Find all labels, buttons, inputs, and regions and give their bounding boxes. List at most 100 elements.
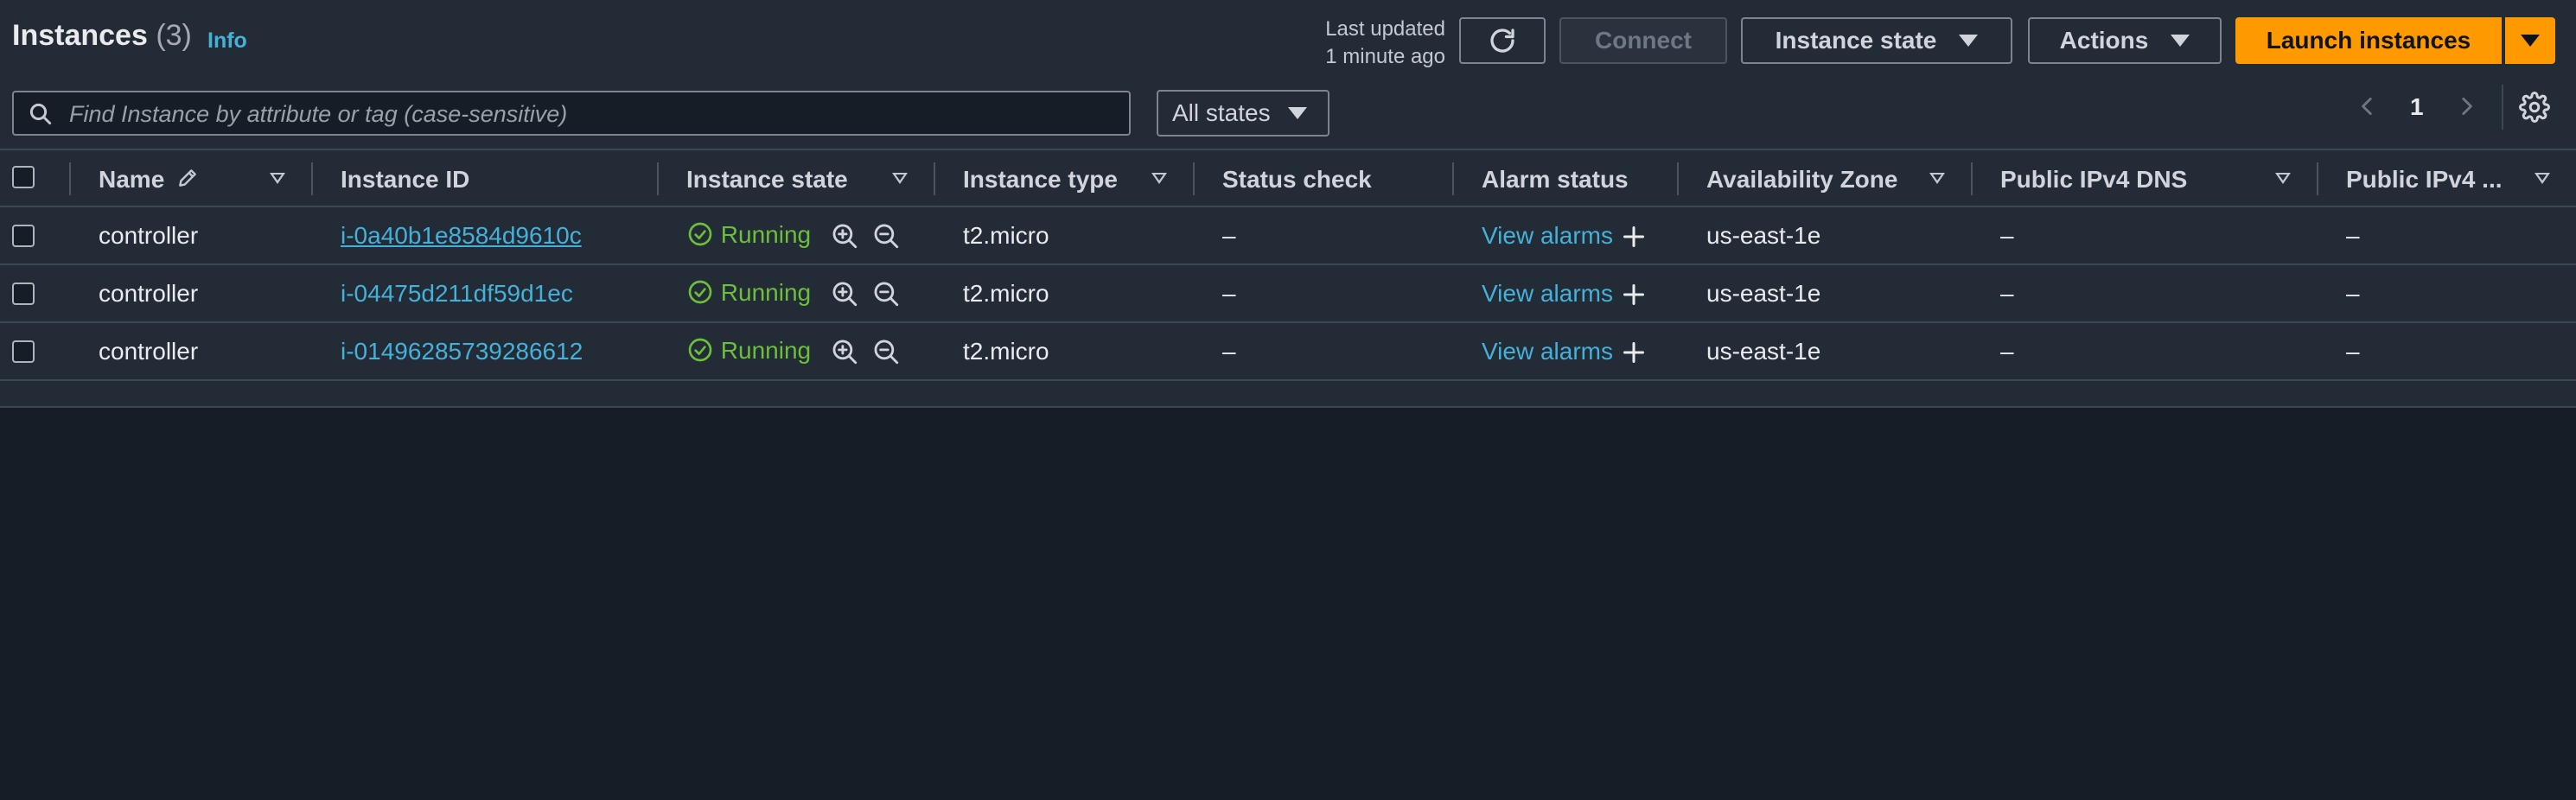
view-alarms-link[interactable]: View alarms (1482, 222, 1613, 250)
search-input[interactable] (67, 92, 1108, 136)
sort-caret-icon[interactable] (1929, 173, 1945, 184)
instance-state-dropdown[interactable]: Instance state (1741, 17, 2012, 64)
pager-divider (2502, 85, 2503, 130)
check-circle-icon (688, 222, 712, 246)
column-header-name-label: Name (99, 166, 165, 193)
connect-button[interactable]: Connect (1559, 17, 1727, 64)
pencil-icon (179, 169, 196, 187)
settings-gear-icon[interactable] (2519, 92, 2550, 123)
caret-down-icon (1287, 107, 1307, 119)
sort-caret-icon[interactable] (2535, 173, 2550, 184)
public-ipv4-dns: – (2000, 280, 2014, 307)
actions-dropdown[interactable]: Actions (2028, 17, 2222, 64)
column-header-public-ipv4[interactable]: Public IPv4 ... (2346, 166, 2503, 194)
instance-state-text: Running (720, 337, 812, 364)
status-check: – (1222, 222, 1236, 249)
zoom-in-icon[interactable] (830, 337, 859, 366)
row-checkbox[interactable] (12, 340, 35, 363)
column-header-status-check[interactable]: Status check (1222, 166, 1372, 194)
column-separator (1193, 162, 1195, 195)
sort-caret-icon[interactable] (892, 173, 908, 184)
check-circle-icon (688, 338, 712, 362)
instances-panel: Instances (3) Info Last updated 1 minute… (0, 0, 2576, 408)
column-separator (2317, 162, 2318, 195)
status-check: – (1222, 280, 1236, 307)
availability-zone: us-east-1e (1706, 338, 1821, 365)
table-row[interactable]: controller i-04475d211df59d1ec Running t… (0, 265, 2576, 323)
column-header-instance-id[interactable]: Instance ID (341, 166, 469, 194)
search-box[interactable] (12, 91, 1131, 136)
plus-icon[interactable] (1622, 225, 1646, 249)
zoom-in-icon[interactable] (830, 221, 859, 251)
plus-icon[interactable] (1622, 283, 1646, 307)
zoom-out-icon[interactable] (871, 337, 901, 366)
states-filter-label: All states (1172, 99, 1271, 126)
refresh-button[interactable] (1459, 17, 1546, 64)
chevron-left-icon[interactable] (2356, 93, 2379, 119)
instance-state-label: Instance state (1775, 27, 1937, 54)
search-icon (29, 103, 52, 125)
sort-caret-icon[interactable] (2275, 173, 2291, 184)
chevron-right-icon[interactable] (2455, 93, 2477, 119)
instance-name: controller (99, 280, 199, 307)
caret-down-icon (1959, 35, 1979, 47)
sort-caret-icon[interactable] (1151, 173, 1167, 184)
zoom-in-icon[interactable] (830, 279, 859, 308)
column-separator (1677, 162, 1679, 195)
zoom-out-icon[interactable] (871, 221, 901, 251)
instance-type: t2.micro (963, 338, 1049, 365)
instance-state-text: Running (720, 221, 812, 248)
column-separator (934, 162, 935, 195)
launch-options-dropdown[interactable] (2505, 17, 2555, 64)
column-header-instance-state[interactable]: Instance state (686, 166, 848, 194)
caret-down-icon (2171, 35, 2190, 47)
column-header-public-ipv4-dns[interactable]: Public IPv4 DNS (2000, 166, 2187, 194)
select-all-checkbox[interactable] (12, 166, 35, 188)
connect-label: Connect (1595, 27, 1692, 54)
availability-zone: us-east-1e (1706, 280, 1821, 307)
column-separator (657, 162, 659, 195)
launch-instances-button[interactable]: Launch instances (2235, 17, 2502, 64)
last-updated: Last updated 1 minute ago (1253, 16, 1445, 71)
instance-id-link[interactable]: i-0a40b1e8584d9610c (341, 222, 582, 250)
page-number[interactable]: 1 (2410, 93, 2424, 121)
row-checkbox[interactable] (12, 283, 35, 305)
instance-count: (3) (156, 19, 192, 52)
actions-label: Actions (2059, 27, 2149, 54)
column-header-name[interactable]: Name (99, 166, 199, 194)
zoom-out-icon[interactable] (871, 279, 901, 308)
check-circle-icon (688, 280, 712, 304)
view-alarms-link[interactable]: View alarms (1482, 338, 1613, 365)
row-checkbox[interactable] (12, 225, 35, 247)
column-separator (69, 162, 71, 195)
instance-state-cell: Running (686, 220, 811, 249)
last-updated-value: 1 minute ago (1325, 45, 1445, 68)
instance-id-link[interactable]: i-01496285739286612 (341, 338, 583, 365)
column-header-availability-zone[interactable]: Availability Zone (1706, 166, 1897, 194)
instance-state-cell: Running (686, 336, 811, 365)
instance-state-cell: Running (686, 278, 811, 307)
view-alarms-link[interactable]: View alarms (1482, 280, 1613, 308)
status-check: – (1222, 338, 1236, 365)
caret-down-icon (2521, 35, 2540, 47)
instance-type: t2.micro (963, 280, 1049, 307)
instance-id-link[interactable]: i-04475d211df59d1ec (341, 280, 573, 308)
sort-caret-icon[interactable] (270, 173, 285, 184)
column-separator (311, 162, 313, 195)
plus-icon[interactable] (1622, 340, 1646, 365)
table-row[interactable]: controller i-01496285739286612 Running t… (0, 323, 2576, 381)
instance-name: controller (99, 222, 199, 249)
table-row[interactable]: controller i-0a40b1e8584d9610c Running t… (0, 207, 2576, 265)
instance-state-text: Running (720, 279, 812, 306)
availability-zone: us-east-1e (1706, 222, 1821, 249)
states-filter-dropdown[interactable]: All states (1157, 90, 1329, 137)
launch-instances-label: Launch instances (2266, 27, 2471, 54)
public-ipv4: – (2346, 280, 2360, 307)
column-header-instance-type[interactable]: Instance type (963, 166, 1118, 194)
column-header-alarm-status[interactable]: Alarm status (1482, 166, 1629, 194)
info-link[interactable]: Info (207, 29, 247, 54)
public-ipv4: – (2346, 222, 2360, 249)
last-updated-label: Last updated (1325, 17, 1445, 41)
public-ipv4: – (2346, 338, 2360, 365)
public-ipv4-dns: – (2000, 222, 2014, 249)
